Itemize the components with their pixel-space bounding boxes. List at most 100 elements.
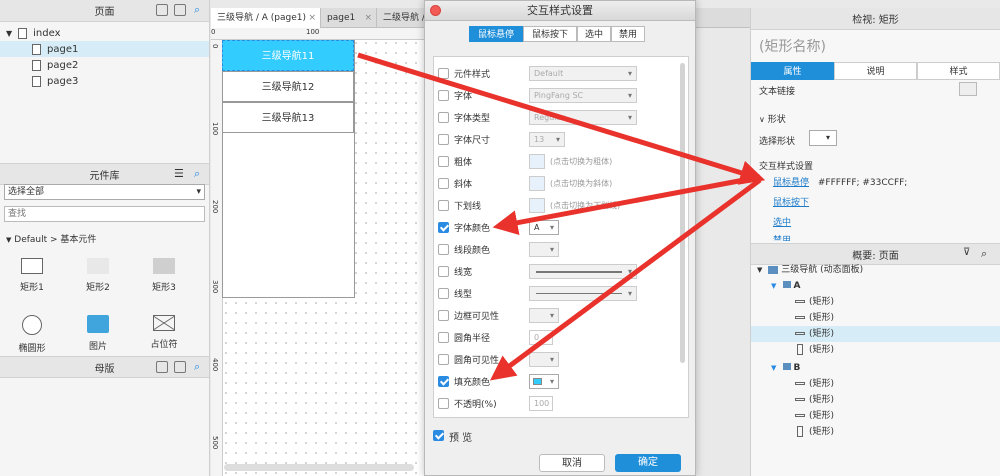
add-folder-icon[interactable] [174, 4, 186, 16]
line-color-picker[interactable] [529, 242, 559, 257]
tree-item-page1[interactable]: page1 [0, 41, 209, 57]
library-filter-select[interactable]: 选择全部 ▾ [4, 184, 205, 200]
checkbox[interactable] [438, 90, 449, 101]
outline-dynamic-panel[interactable]: ▼ 三级导航 (动态面板) [751, 262, 1000, 278]
fill-color-picker[interactable] [529, 374, 559, 389]
checkbox[interactable] [438, 244, 449, 255]
library-search-input[interactable] [4, 206, 205, 222]
outline-rect-selected[interactable]: (矩形) [751, 326, 1000, 342]
tab-notes[interactable]: 说明 [834, 62, 917, 80]
close-icon[interactable]: × [308, 8, 316, 28]
nav-item-11[interactable]: 三级导航11 [222, 40, 354, 71]
checkbox[interactable] [438, 134, 449, 145]
checkbox[interactable] [438, 68, 449, 79]
font-select[interactable]: PingFang SC [529, 88, 637, 103]
widget-image[interactable]: 图片 [68, 315, 128, 352]
link-icon[interactable] [959, 82, 977, 96]
outline-rect[interactable]: (矩形) [751, 424, 1000, 440]
close-icon[interactable] [430, 5, 441, 16]
horizontal-scrollbar[interactable] [224, 464, 414, 471]
search-icon[interactable]: ⌕ [194, 3, 200, 17]
widget-rect1[interactable]: 矩形1 [2, 258, 62, 293]
add-folder-icon[interactable] [174, 361, 186, 373]
outline-rect[interactable]: (矩形) [751, 376, 1000, 392]
tab-disabled[interactable]: 禁用 [611, 26, 645, 42]
tree-item-page3[interactable]: page3 [0, 73, 209, 89]
checkbox[interactable] [438, 112, 449, 123]
checkbox[interactable] [438, 178, 449, 189]
tab-properties[interactable]: 属性 [751, 62, 834, 80]
font-type-select[interactable]: Regular [529, 110, 637, 125]
checkbox[interactable] [438, 398, 449, 409]
font-color-picker[interactable]: A [529, 220, 559, 235]
outline-rect[interactable]: (矩形) [751, 408, 1000, 424]
hover-style-link[interactable]: 鼠标悬停 [773, 178, 809, 188]
widget-rect2[interactable]: 矩形2 [68, 258, 128, 293]
preview-toggle[interactable]: 预 览 [433, 429, 472, 444]
corner-radius-input[interactable]: 0 [529, 330, 553, 345]
tab-mouse-down[interactable]: 鼠标按下 [523, 26, 577, 42]
widget-rect3[interactable]: 矩形3 [134, 258, 194, 293]
hover-style-row: 鼠标悬停 #FFFFFF; #33CCFF; [773, 175, 907, 188]
outline-rect[interactable]: (矩形) [751, 392, 1000, 408]
outline-rect[interactable]: (矩形) [751, 342, 1000, 358]
widget-placeholder[interactable]: 占位符 [134, 315, 194, 350]
font-size-select[interactable]: 13 [529, 132, 565, 147]
outline-rect[interactable]: (矩形) [751, 310, 1000, 326]
disabled-style-row: 禁用 [773, 233, 791, 241]
checkbox[interactable] [438, 266, 449, 277]
underline-icon[interactable] [529, 198, 545, 213]
tree-item-index[interactable]: ▼ index [0, 25, 209, 41]
opacity-input[interactable]: 100 [529, 396, 553, 411]
checkbox[interactable] [433, 430, 444, 441]
bold-icon[interactable] [529, 154, 545, 169]
tab-mouse-hover[interactable]: 鼠标悬停 [469, 26, 523, 42]
search-icon[interactable]: ⌕ [981, 247, 987, 261]
add-master-icon[interactable] [156, 361, 168, 373]
cancel-button[interactable]: 取消 [539, 454, 605, 472]
disabled-style-link[interactable]: 禁用 [773, 236, 791, 241]
outline-state-b[interactable]: ▼ B [751, 360, 1000, 376]
corner-visibility-select[interactable] [529, 352, 559, 367]
mousedown-style-link[interactable]: 鼠标按下 [773, 198, 809, 208]
shape-selector[interactable]: ▾ [809, 130, 837, 146]
checkbox[interactable] [438, 332, 449, 343]
search-icon[interactable]: ⌕ [194, 167, 200, 181]
widget-ellipse[interactable]: 椭圆形 [2, 315, 62, 354]
close-icon[interactable]: × [364, 8, 372, 28]
shape-section-header[interactable]: ∨ 形状 [759, 112, 786, 125]
outline-rect[interactable]: (矩形) [751, 294, 1000, 310]
add-page-icon[interactable] [156, 4, 168, 16]
menu-icon[interactable]: ☰ [174, 167, 184, 180]
chevron-down-icon[interactable]: ▼ [6, 29, 12, 38]
search-icon[interactable]: ⌕ [194, 360, 200, 374]
line-width-select[interactable] [529, 264, 637, 279]
selected-style-link[interactable]: 选中 [773, 218, 791, 228]
italic-icon[interactable] [529, 176, 545, 191]
checkbox[interactable] [438, 376, 449, 387]
outline-state-a[interactable]: ▼ A [751, 278, 1000, 294]
tab-page1[interactable]: page1 × [321, 8, 377, 28]
checkbox[interactable] [438, 222, 449, 233]
tab-style[interactable]: 样式 [917, 62, 1000, 80]
filter-icon[interactable]: ⊽ [963, 247, 970, 258]
tab-selected[interactable]: 选中 [577, 26, 611, 42]
border-visibility-select[interactable] [529, 308, 559, 323]
widget-style-select[interactable]: Default [529, 66, 637, 81]
checkbox[interactable] [438, 310, 449, 321]
tab-page1-dynamic-panel[interactable]: 三级导航 / A (page1) × [211, 8, 321, 28]
checkbox[interactable] [438, 288, 449, 299]
checkbox[interactable] [438, 200, 449, 211]
vertical-scrollbar[interactable] [680, 63, 685, 363]
checkbox[interactable] [438, 354, 449, 365]
library-category[interactable]: ▼ Default > 基本元件 [6, 232, 96, 245]
tree-item-page2[interactable]: page2 [0, 57, 209, 73]
line-type-select[interactable] [529, 286, 637, 301]
tab-second-nav[interactable]: 二级导航 / A (page1) / S [377, 8, 425, 28]
nav-item-13[interactable]: 三级导航13 [222, 102, 354, 133]
ok-button[interactable]: 确定 [615, 454, 681, 472]
prop-label: 线型 [454, 290, 473, 300]
nav-item-12[interactable]: 三级导航12 [222, 71, 354, 102]
checkbox[interactable] [438, 156, 449, 167]
widget-name-input[interactable]: (矩形名称) [759, 36, 826, 56]
